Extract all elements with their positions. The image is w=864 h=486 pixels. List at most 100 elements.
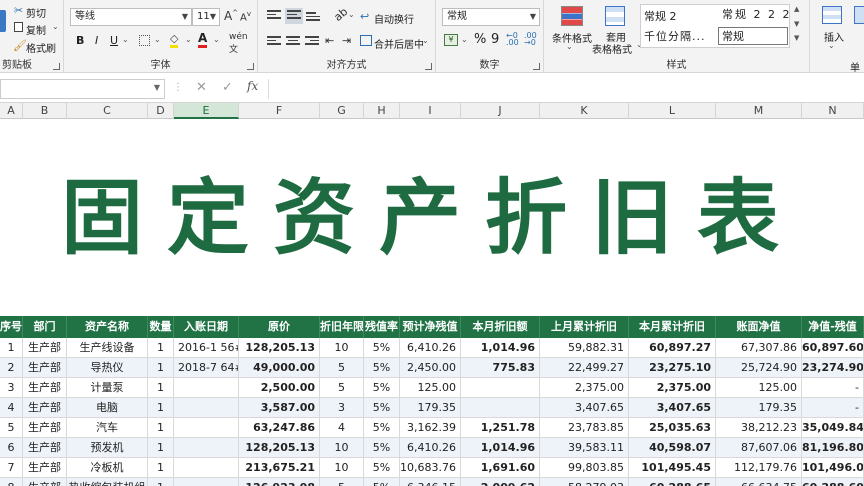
formula-input[interactable]: [268, 79, 864, 99]
column-header-g[interactable]: G: [320, 103, 364, 119]
style-normal-222[interactable]: 常规 2 2 2: [722, 6, 792, 22]
table-format-button[interactable]: 表格格式: [592, 41, 632, 56]
table-format-icon[interactable]: [605, 6, 625, 26]
table-cell[interactable]: 5%: [364, 458, 400, 478]
table-cell[interactable]: 125.00: [716, 378, 802, 398]
table-cell[interactable]: 生产部: [23, 358, 67, 378]
table-cell[interactable]: 5%: [364, 438, 400, 458]
table-header-cell[interactable]: 入账日期: [174, 316, 239, 338]
table-cell[interactable]: 40,598.07: [629, 438, 716, 458]
chevron-down-icon[interactable]: ⌄: [422, 36, 429, 45]
table-cell[interactable]: 775.83: [461, 358, 540, 378]
table-cell[interactable]: 1: [0, 338, 23, 358]
border-icon[interactable]: [139, 35, 150, 46]
percent-icon[interactable]: %: [474, 32, 486, 47]
column-header-l[interactable]: L: [629, 103, 716, 119]
table-cell[interactable]: [174, 398, 239, 418]
enter-icon[interactable]: ✓: [222, 80, 233, 95]
table-cell[interactable]: 5: [320, 478, 364, 486]
font-color-icon[interactable]: A: [198, 32, 208, 48]
style-comma[interactable]: 千位分隔...: [644, 28, 706, 44]
font-size-select[interactable]: 11 ▼: [192, 8, 220, 26]
table-cell[interactable]: 23,783.85: [540, 418, 629, 438]
table-cell[interactable]: 60,288.60: [802, 478, 864, 486]
table-cell[interactable]: 3: [0, 378, 23, 398]
chevron-down-icon[interactable]: ⌄: [461, 35, 468, 44]
name-box[interactable]: ▼: [0, 79, 165, 99]
increase-decimal-icon[interactable]: ←0.00: [506, 32, 519, 47]
table-cell[interactable]: 5%: [364, 358, 400, 378]
table-cell[interactable]: 8: [0, 478, 23, 486]
table-cell[interactable]: 3,407.65: [540, 398, 629, 418]
column-header-f[interactable]: F: [239, 103, 320, 119]
table-cell[interactable]: 生产部: [23, 438, 67, 458]
table-cell[interactable]: 2018-7 64#: [174, 358, 239, 378]
table-cell[interactable]: 10: [320, 458, 364, 478]
table-cell[interactable]: 59,882.31: [540, 338, 629, 358]
table-cell[interactable]: 22,499.27: [540, 358, 629, 378]
table-header-cell[interactable]: 净值-残值: [802, 316, 864, 338]
number-format-select[interactable]: 常规 ▼: [442, 8, 540, 26]
merge-center-icon[interactable]: [360, 35, 372, 46]
table-cell[interactable]: 67,307.86: [716, 338, 802, 358]
table-cell[interactable]: 60,897.27: [629, 338, 716, 358]
table-cell[interactable]: 179.35: [400, 398, 461, 418]
table-cell[interactable]: 生产部: [23, 418, 67, 438]
table-header-cell[interactable]: 上月累计折旧: [540, 316, 629, 338]
italic-button[interactable]: I: [95, 34, 98, 47]
table-cell[interactable]: 冷板机: [67, 458, 148, 478]
table-cell[interactable]: 3,587.00: [239, 398, 320, 418]
table-cell[interactable]: 4: [0, 398, 23, 418]
table-cell[interactable]: 60,897.60: [802, 338, 864, 358]
table-cell[interactable]: 生产部: [23, 338, 67, 358]
chevron-down-icon[interactable]: ⌄: [566, 42, 573, 51]
table-cell[interactable]: [174, 418, 239, 438]
paste-icon[interactable]: [0, 10, 6, 32]
gallery-more-icon[interactable]: ▼: [794, 34, 799, 42]
title-area[interactable]: 固定资产折旧表: [0, 119, 864, 316]
comma-style-icon[interactable]: 9: [491, 32, 499, 47]
underline-button[interactable]: U: [110, 34, 118, 47]
table-cell[interactable]: 1,014.96: [461, 338, 540, 358]
table-cell[interactable]: 5%: [364, 378, 400, 398]
table-cell[interactable]: 2,009.62: [461, 478, 540, 486]
table-header-cell[interactable]: 原价: [239, 316, 320, 338]
table-cell[interactable]: 3,162.39: [400, 418, 461, 438]
style-normal[interactable]: 常规: [718, 27, 788, 45]
table-cell[interactable]: 生产部: [23, 398, 67, 418]
font-launcher-icon[interactable]: [247, 63, 254, 70]
table-cell[interactable]: 112,179.76: [716, 458, 802, 478]
table-cell[interactable]: 5%: [364, 338, 400, 358]
table-cell[interactable]: 99,803.85: [540, 458, 629, 478]
align-left-icon[interactable]: [267, 36, 281, 48]
table-cell[interactable]: 101,496.00: [802, 458, 864, 478]
column-header-j[interactable]: J: [461, 103, 540, 119]
table-cell[interactable]: 计量泵: [67, 378, 148, 398]
table-cell[interactable]: 1: [148, 458, 174, 478]
column-header-d[interactable]: D: [148, 103, 174, 119]
table-cell[interactable]: 25,035.63: [629, 418, 716, 438]
table-cell[interactable]: 7: [0, 458, 23, 478]
table-cell[interactable]: 10,683.76: [400, 458, 461, 478]
wrap-text-icon[interactable]: ↩: [360, 10, 369, 23]
align-bottom-icon[interactable]: [306, 12, 320, 24]
number-launcher-icon[interactable]: [533, 63, 540, 70]
table-cell[interactable]: 1: [148, 398, 174, 418]
table-cell[interactable]: 电脑: [67, 398, 148, 418]
table-cell[interactable]: [174, 458, 239, 478]
table-header-cell[interactable]: 预计净残值: [400, 316, 461, 338]
table-cell[interactable]: [174, 478, 239, 486]
chevron-down-icon[interactable]: ⌄: [828, 41, 835, 50]
table-cell[interactable]: 生产部: [23, 458, 67, 478]
merge-center-button[interactable]: 合并后居中: [374, 36, 424, 51]
table-header-cell[interactable]: 部门: [23, 316, 67, 338]
table-cell[interactable]: 5%: [364, 478, 400, 486]
table-cell[interactable]: 6,346.15: [400, 478, 461, 486]
table-cell[interactable]: 1: [148, 338, 174, 358]
column-header-m[interactable]: M: [716, 103, 802, 119]
table-cell[interactable]: 生产线设备: [67, 338, 148, 358]
style-normal-2[interactable]: 常规 2: [644, 8, 677, 24]
increase-indent-icon[interactable]: ⇥: [342, 34, 351, 47]
table-cell[interactable]: 58,279.03: [540, 478, 629, 486]
chevron-down-icon[interactable]: ⌄: [213, 35, 220, 44]
